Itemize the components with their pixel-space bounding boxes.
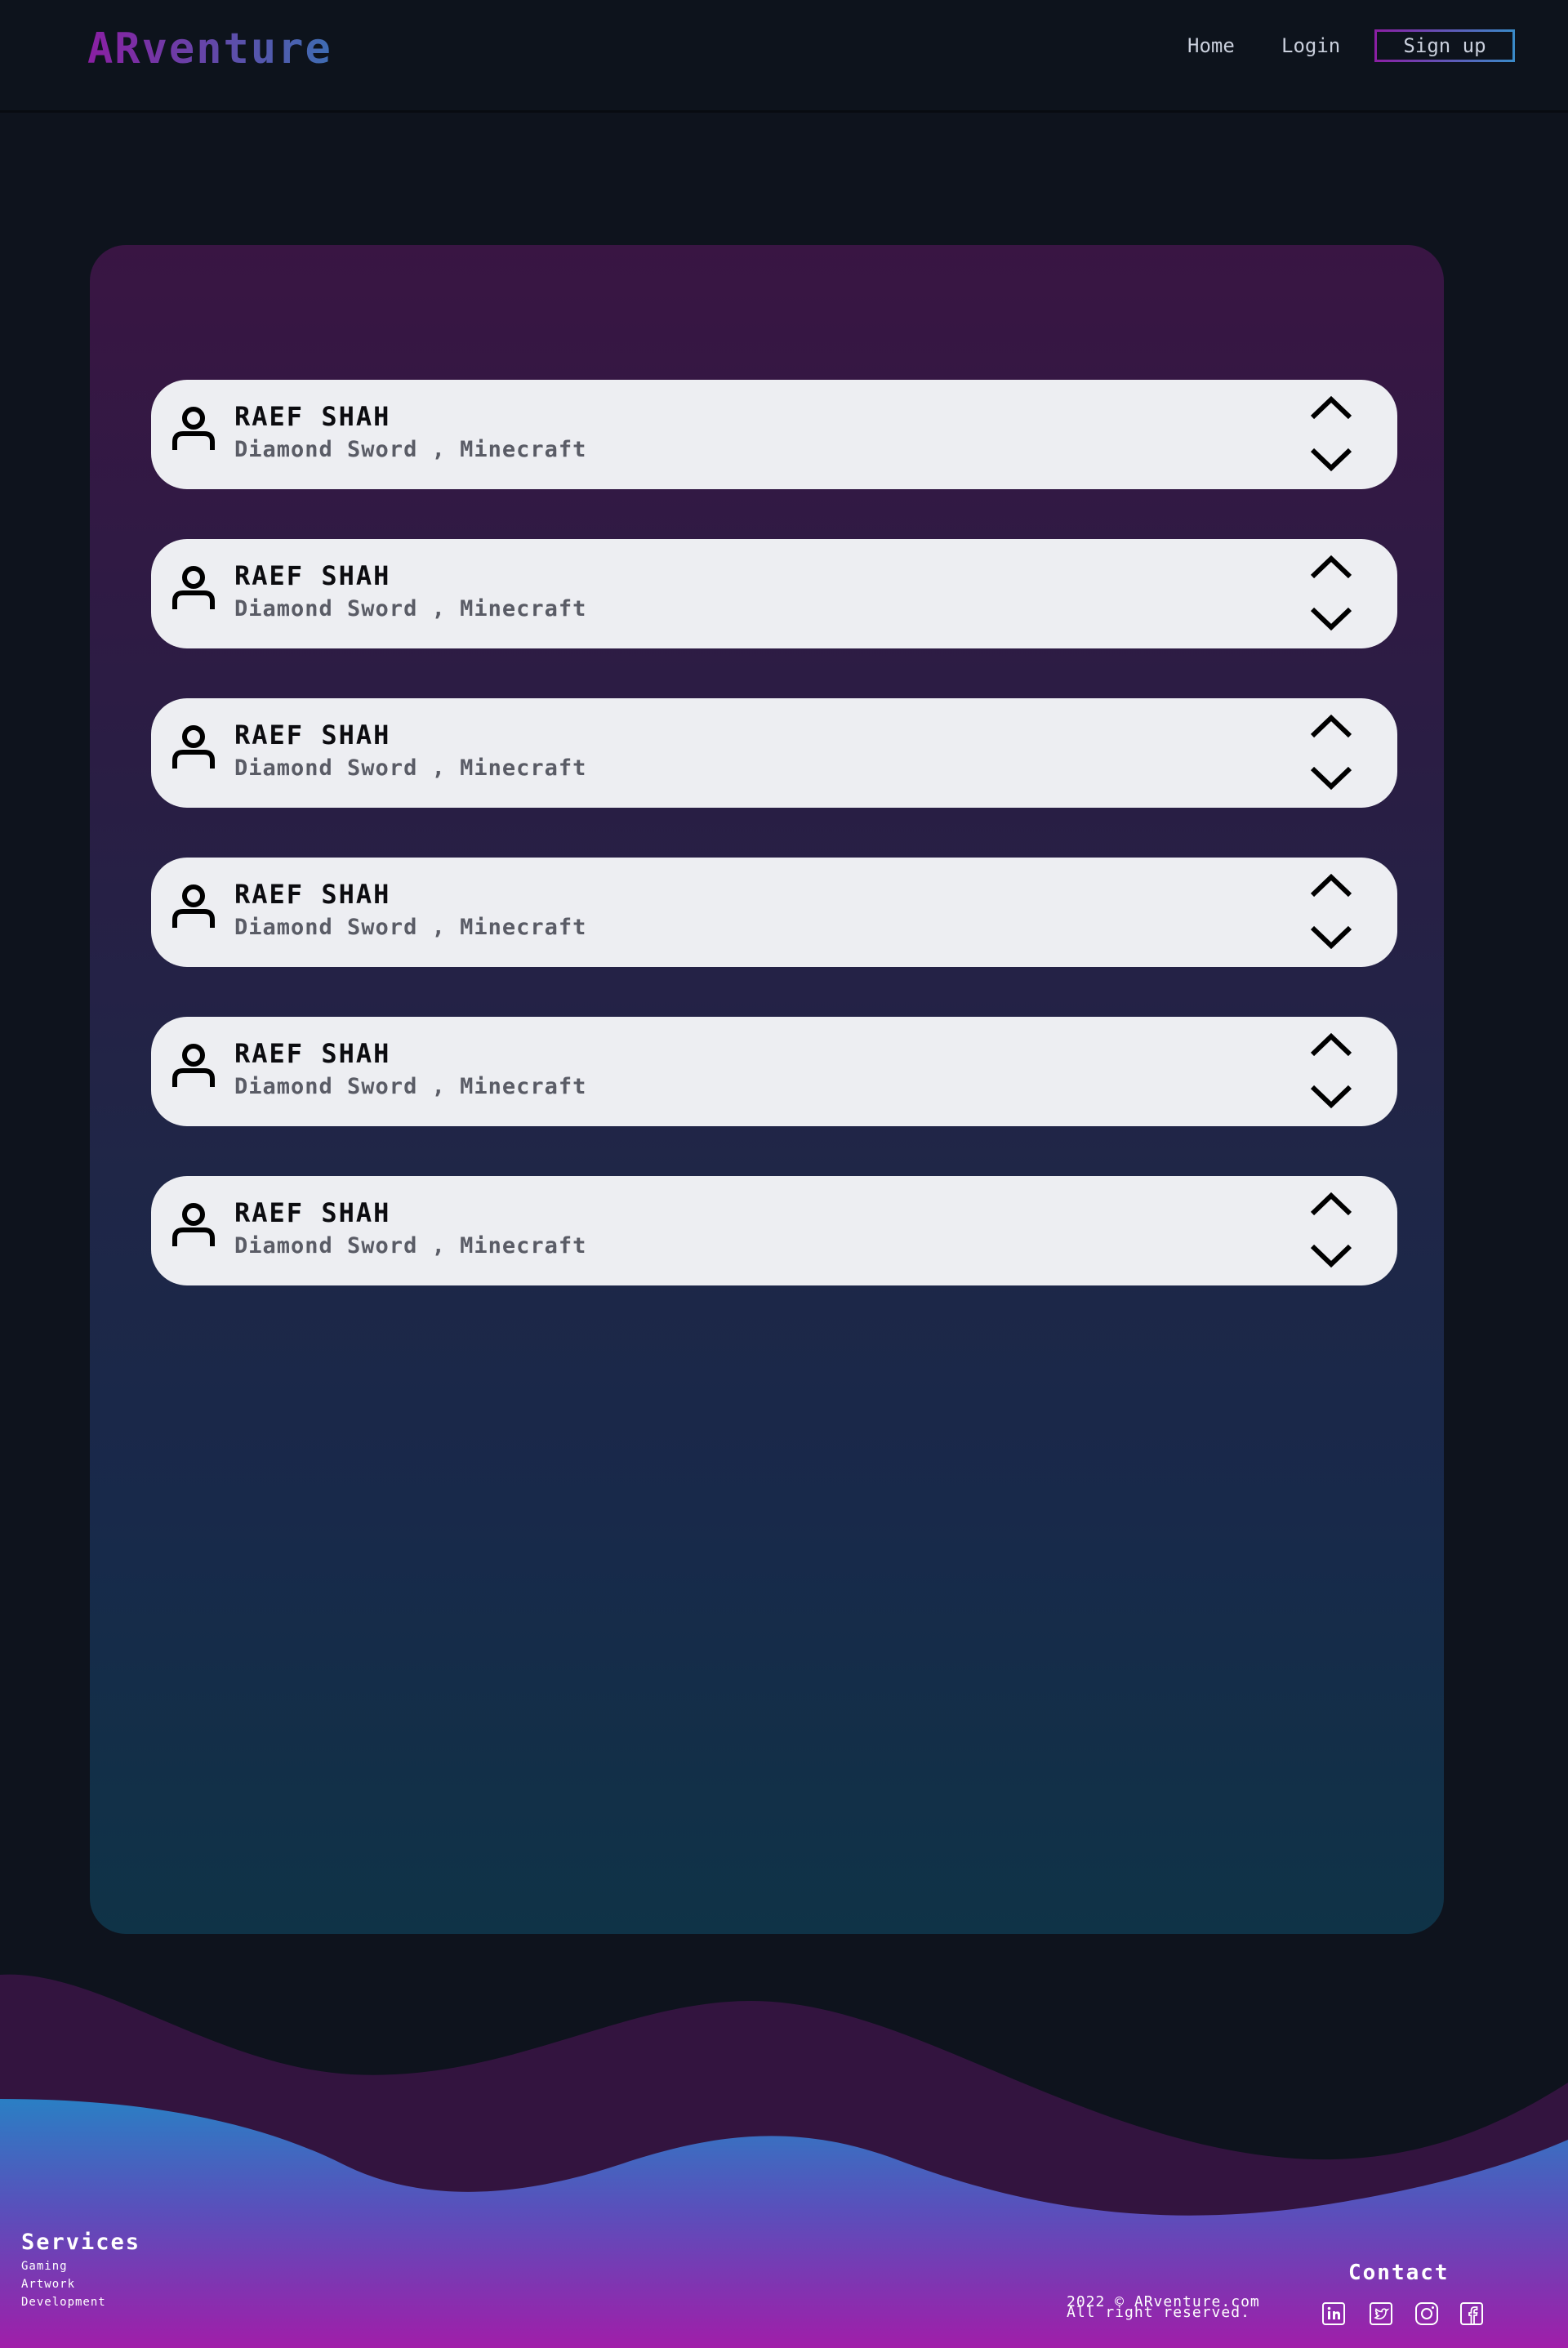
copyright-line-2: All right reserved. [1067,2304,1250,2321]
copyright-text: 2022 © ARventure.com All right reserved. [1067,2295,1260,2321]
facebook-icon[interactable] [1459,2301,1484,2326]
item-description: Diamond Sword , Minecraft [234,437,587,462]
list-item[interactable]: RAEF SHAH Diamond Sword , Minecraft [151,1017,1397,1126]
downvote-chevron-down-icon[interactable] [1309,606,1353,632]
user-icon [172,404,215,452]
user-icon [172,723,215,770]
upvote-chevron-up-icon[interactable] [1309,713,1353,739]
item-description: Diamond Sword , Minecraft [234,1074,587,1099]
service-artwork-link[interactable]: Artwork [21,2278,140,2291]
upvote-chevron-up-icon[interactable] [1309,394,1353,421]
services-heading: Services [21,2230,141,2255]
footer-services: Services Gaming Artwork Development [21,2230,140,2309]
player-name: RAEF SHAH [234,879,391,910]
upvote-chevron-up-icon[interactable] [1309,1031,1353,1058]
user-icon [172,1041,215,1089]
linkedin-icon[interactable] [1321,2301,1346,2326]
list-item[interactable]: RAEF SHAH Diamond Sword , Minecraft [151,380,1397,489]
user-icon [172,882,215,929]
service-gaming-link[interactable]: Gaming [21,2260,140,2273]
upvote-chevron-up-icon[interactable] [1309,554,1353,580]
player-name: RAEF SHAH [234,1197,391,1228]
player-name: RAEF SHAH [234,720,391,751]
service-development-link[interactable]: Development [21,2296,140,2309]
downvote-chevron-down-icon[interactable] [1309,1243,1353,1269]
player-name: RAEF SHAH [234,401,391,432]
item-description: Diamond Sword , Minecraft [234,1233,587,1259]
leaderboard-panel: RAEF SHAH Diamond Sword , Minecraft RAEF S… [90,245,1444,1934]
upvote-chevron-up-icon[interactable] [1309,872,1353,898]
list-item[interactable]: RAEF SHAH Diamond Sword , Minecraft [151,539,1397,648]
list-item[interactable]: RAEF SHAH Diamond Sword , Minecraft [151,1176,1397,1285]
item-description: Diamond Sword , Minecraft [234,915,587,940]
user-icon [172,564,215,611]
nav-home-link[interactable]: Home [1187,29,1235,62]
item-description: Diamond Sword , Minecraft [234,596,587,622]
item-description: Diamond Sword , Minecraft [234,755,587,781]
nav-login-link[interactable]: Login [1281,29,1340,62]
twitter-icon[interactable] [1369,2301,1393,2326]
top-navbar: ARventure Home Login Sign up [0,0,1568,113]
site-logo[interactable]: ARventure [87,25,332,74]
player-name: RAEF SHAH [234,560,391,591]
player-name: RAEF SHAH [234,1038,391,1069]
footer-waves [0,1974,1568,2348]
user-icon [172,1201,215,1248]
list-item[interactable]: RAEF SHAH Diamond Sword , Minecraft [151,858,1397,967]
downvote-chevron-down-icon[interactable] [1309,924,1353,951]
signup-button[interactable]: Sign up [1374,29,1515,62]
downvote-chevron-down-icon[interactable] [1309,447,1353,473]
upvote-chevron-up-icon[interactable] [1309,1191,1353,1217]
list-item[interactable]: RAEF SHAH Diamond Sword , Minecraft [151,698,1397,808]
downvote-chevron-down-icon[interactable] [1309,765,1353,791]
instagram-icon[interactable] [1414,2301,1439,2326]
downvote-chevron-down-icon[interactable] [1309,1084,1353,1110]
contact-heading: Contact [1348,2261,1450,2285]
